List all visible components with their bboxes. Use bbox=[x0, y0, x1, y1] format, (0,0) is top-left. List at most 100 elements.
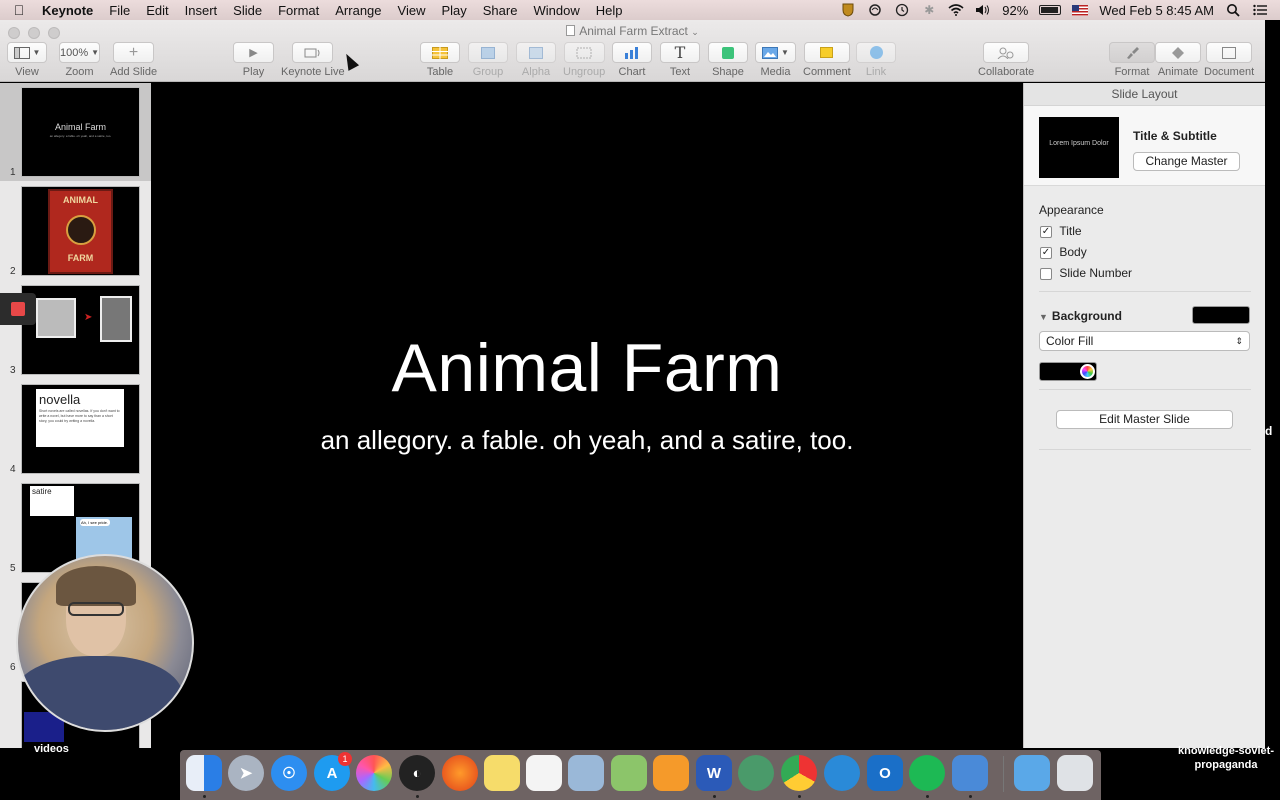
menu-arrange[interactable]: Arrange bbox=[327, 3, 389, 18]
slide-thumb-1[interactable]: Animal Farm an allegory. a fable. oh yea… bbox=[21, 87, 140, 177]
slide-number-checkbox[interactable] bbox=[1040, 267, 1052, 280]
document-title[interactable]: Animal Farm Extract ⌄ bbox=[0, 24, 1265, 38]
color-wheel-icon[interactable] bbox=[1080, 364, 1095, 379]
finder-icon[interactable] bbox=[186, 755, 222, 791]
menu-view[interactable]: View bbox=[390, 3, 434, 18]
text-icon: T bbox=[674, 43, 686, 62]
notes-icon[interactable] bbox=[484, 755, 520, 791]
notification-center-icon[interactable] bbox=[1252, 3, 1268, 17]
shape-button[interactable] bbox=[708, 42, 748, 63]
link-button[interactable] bbox=[856, 42, 896, 63]
dashboard-icon[interactable]: ◐ bbox=[399, 755, 435, 791]
text-button[interactable]: T bbox=[660, 42, 700, 63]
record-stop-button[interactable] bbox=[0, 293, 36, 325]
add-slide-button[interactable]: + bbox=[113, 42, 155, 63]
comment-button[interactable] bbox=[803, 42, 850, 63]
photo-left bbox=[36, 298, 76, 338]
zoom-value: 100% bbox=[59, 46, 89, 59]
background-disclosure[interactable]: ▼ Background bbox=[1039, 309, 1122, 323]
menu-format[interactable]: Format bbox=[270, 3, 327, 18]
slide-thumb-2[interactable]: ANIMAL FARM bbox=[21, 186, 140, 276]
downloads-icon[interactable] bbox=[1014, 755, 1050, 791]
group-button[interactable] bbox=[468, 42, 508, 63]
chart-button[interactable] bbox=[612, 42, 652, 63]
battery-percent[interactable]: 92% bbox=[1002, 3, 1028, 18]
body-checkbox[interactable]: ✓ bbox=[1040, 246, 1052, 259]
link-label: Link bbox=[865, 66, 887, 78]
word-icon[interactable]: W bbox=[696, 755, 732, 791]
collaborate-button[interactable] bbox=[983, 42, 1030, 63]
menu-file[interactable]: File bbox=[101, 3, 138, 18]
inspector-panel: Slide Layout Lorem Ipsum Dolor Title & S… bbox=[1023, 83, 1265, 748]
volume-icon[interactable] bbox=[975, 3, 991, 17]
spotlight-search-icon[interactable] bbox=[1225, 3, 1241, 17]
animate-icon bbox=[1172, 46, 1184, 59]
play-button[interactable]: ▶ bbox=[233, 42, 274, 63]
keynote-live-button[interactable] bbox=[292, 42, 334, 63]
edit-master-slide-button[interactable]: Edit Master Slide bbox=[1056, 410, 1233, 429]
maps-icon[interactable] bbox=[611, 755, 647, 791]
slide-thumb-4[interactable]: novella Short novels are called novellas… bbox=[21, 384, 140, 474]
menu-edit[interactable]: Edit bbox=[138, 3, 176, 18]
shield-icon[interactable] bbox=[840, 3, 856, 17]
table-button[interactable] bbox=[420, 42, 460, 63]
menu-share[interactable]: Share bbox=[475, 3, 526, 18]
reminders-icon[interactable] bbox=[526, 755, 562, 791]
color-fill-well[interactable] bbox=[1039, 362, 1097, 381]
slide-thumb-3[interactable]: ➤ bbox=[21, 285, 140, 375]
document-button[interactable] bbox=[1206, 42, 1253, 63]
chrome-icon[interactable] bbox=[781, 755, 817, 791]
firefox-icon[interactable] bbox=[442, 755, 478, 791]
format-button[interactable] bbox=[1109, 42, 1155, 63]
zoom-select[interactable]: 100% ▼ bbox=[59, 42, 100, 63]
title-checkbox[interactable]: ✓ bbox=[1040, 225, 1052, 238]
keynote-icon[interactable] bbox=[952, 755, 988, 791]
launchpad-icon[interactable]: ➤ bbox=[228, 755, 264, 791]
outlook-icon[interactable]: O bbox=[867, 755, 903, 791]
wifi-icon[interactable] bbox=[948, 3, 964, 17]
change-master-button[interactable]: Change Master bbox=[1133, 152, 1240, 171]
flag-icon[interactable] bbox=[1072, 3, 1089, 17]
screen-share-icon[interactable] bbox=[824, 755, 860, 791]
slide-subtitle[interactable]: an allegory. a fable. oh yeah, and a sat… bbox=[152, 425, 1022, 456]
trash-icon[interactable] bbox=[1057, 755, 1093, 791]
stop-icon bbox=[11, 302, 25, 316]
menu-app[interactable]: Keynote bbox=[38, 3, 101, 18]
menu-insert[interactable]: Insert bbox=[177, 3, 226, 18]
background-heading: Background bbox=[1051, 309, 1122, 323]
view-button[interactable]: ▼ bbox=[7, 42, 47, 63]
menu-clock[interactable]: Wed Feb 5 8:45 AM bbox=[1099, 3, 1214, 18]
document-title-text: Animal Farm Extract bbox=[579, 24, 688, 38]
alpha-button[interactable] bbox=[516, 42, 556, 63]
menu-play[interactable]: Play bbox=[433, 3, 474, 18]
network-icon[interactable] bbox=[738, 755, 774, 791]
media-button[interactable]: ▼ bbox=[755, 42, 796, 63]
spotify-icon[interactable] bbox=[909, 755, 945, 791]
master-thumbnail[interactable]: Lorem Ipsum Dolor bbox=[1039, 117, 1119, 178]
background-color-well[interactable] bbox=[1192, 306, 1250, 324]
photos-icon[interactable] bbox=[356, 755, 392, 791]
slide-number-checkbox-row[interactable]: Slide Number bbox=[1040, 266, 1132, 280]
sync-icon[interactable] bbox=[867, 3, 883, 17]
inspector-header: Slide Layout bbox=[1024, 83, 1265, 106]
fill-type-select[interactable]: Color Fill ⇕ bbox=[1039, 331, 1250, 351]
time-machine-icon[interactable] bbox=[894, 3, 910, 17]
body-checkbox-row[interactable]: ✓ Body bbox=[1040, 245, 1087, 259]
safari-icon[interactable]: ☉ bbox=[271, 755, 307, 791]
title-checkbox-row[interactable]: ✓ Title bbox=[1040, 224, 1082, 238]
slide-title[interactable]: Animal Farm bbox=[152, 329, 1022, 407]
comment-group: Comment bbox=[803, 42, 851, 78]
preview-icon[interactable] bbox=[568, 755, 604, 791]
animate-button[interactable] bbox=[1155, 42, 1201, 63]
battery-icon[interactable] bbox=[1039, 5, 1062, 15]
slide-canvas[interactable]: Animal Farm an allegory. a fable. oh yea… bbox=[152, 83, 1022, 748]
bluetooth-icon[interactable]: ✱ bbox=[921, 3, 937, 17]
menu-window[interactable]: Window bbox=[525, 3, 587, 18]
ungroup-button[interactable] bbox=[563, 42, 605, 63]
menu-slide[interactable]: Slide bbox=[225, 3, 270, 18]
chart-group: Chart bbox=[612, 42, 652, 78]
text-label: Text bbox=[669, 66, 691, 78]
apple-menu-icon[interactable]:  bbox=[0, 2, 38, 18]
menu-help[interactable]: Help bbox=[588, 3, 631, 18]
books-icon[interactable] bbox=[653, 755, 689, 791]
